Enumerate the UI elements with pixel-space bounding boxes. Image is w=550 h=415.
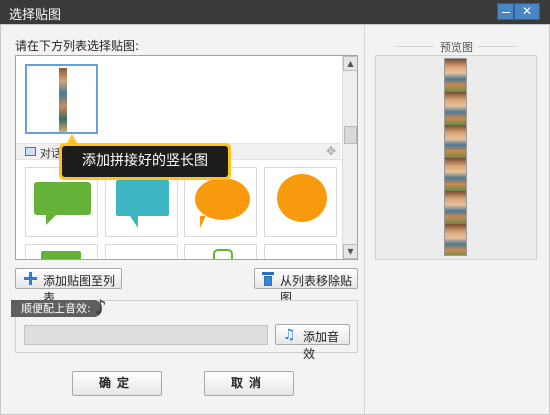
pane-divider (364, 24, 365, 415)
music-add-icon: ♫ (283, 327, 296, 343)
sticker-item[interactable] (184, 244, 257, 259)
scroll-up-icon[interactable]: ▲ (343, 56, 357, 71)
tooltip-text: 添加拼接好的竖长图 (62, 146, 228, 177)
cancel-button[interactable]: 取消 (204, 371, 294, 396)
image-icon (25, 147, 36, 156)
tooltip-callout: 添加拼接好的竖长图 (59, 134, 231, 180)
sticker-item[interactable] (25, 244, 98, 259)
preview-area (375, 55, 537, 260)
preview-image (444, 58, 467, 256)
vertical-image-thumbnail (59, 68, 67, 132)
sticker-item[interactable] (264, 167, 337, 237)
remove-sticker-from-list-button[interactable]: 从列表移除贴图 (254, 268, 358, 305)
sticker-item[interactable] (264, 244, 337, 259)
list-instruction: 请在下方列表选择贴图: (15, 39, 140, 53)
orange-speech-bubble-icon (195, 178, 250, 220)
plus-icon (24, 272, 37, 285)
sound-section-label: 顺便配上音效: (11, 300, 102, 317)
add-sticker-to-list-button[interactable]: 添加贴图至列表 (15, 268, 122, 305)
move-icon[interactable]: ✥ (326, 144, 336, 158)
minimize-button[interactable] (497, 3, 514, 20)
ok-button[interactable]: 确定 (72, 371, 162, 396)
trash-icon (262, 272, 274, 286)
list-scrollbar[interactable]: ▲ ▼ (342, 56, 357, 259)
scroll-down-icon[interactable]: ▼ (343, 244, 357, 259)
teal-speech-bubble-icon (116, 180, 169, 228)
green-speech-bubble-icon (34, 182, 91, 225)
bubble-tail (194, 216, 206, 228)
divider-line (478, 46, 516, 47)
scroll-thumb[interactable] (344, 126, 357, 144)
tooltip-arrow (67, 134, 77, 143)
divider-line (396, 46, 434, 47)
selected-sticker-thumbnail[interactable] (25, 64, 98, 134)
green-speech-bubble-icon (41, 251, 81, 259)
orange-round-speech-bubble-icon (277, 174, 327, 222)
sound-file-field[interactable] (24, 325, 268, 345)
add-sound-button[interactable]: ♫ 添加音效 (275, 324, 350, 361)
music-note-icon: ♪ (94, 295, 107, 319)
title-bar: 选择贴图 ✕ (0, 0, 550, 24)
outline-speech-bubble-icon (213, 249, 233, 259)
close-button[interactable]: ✕ (514, 3, 540, 20)
preview-title: 预览图 (440, 41, 473, 54)
window-title: 选择贴图 (9, 8, 62, 23)
sticker-item[interactable] (105, 244, 178, 259)
add-sound-label: 添加音效 (303, 330, 340, 361)
